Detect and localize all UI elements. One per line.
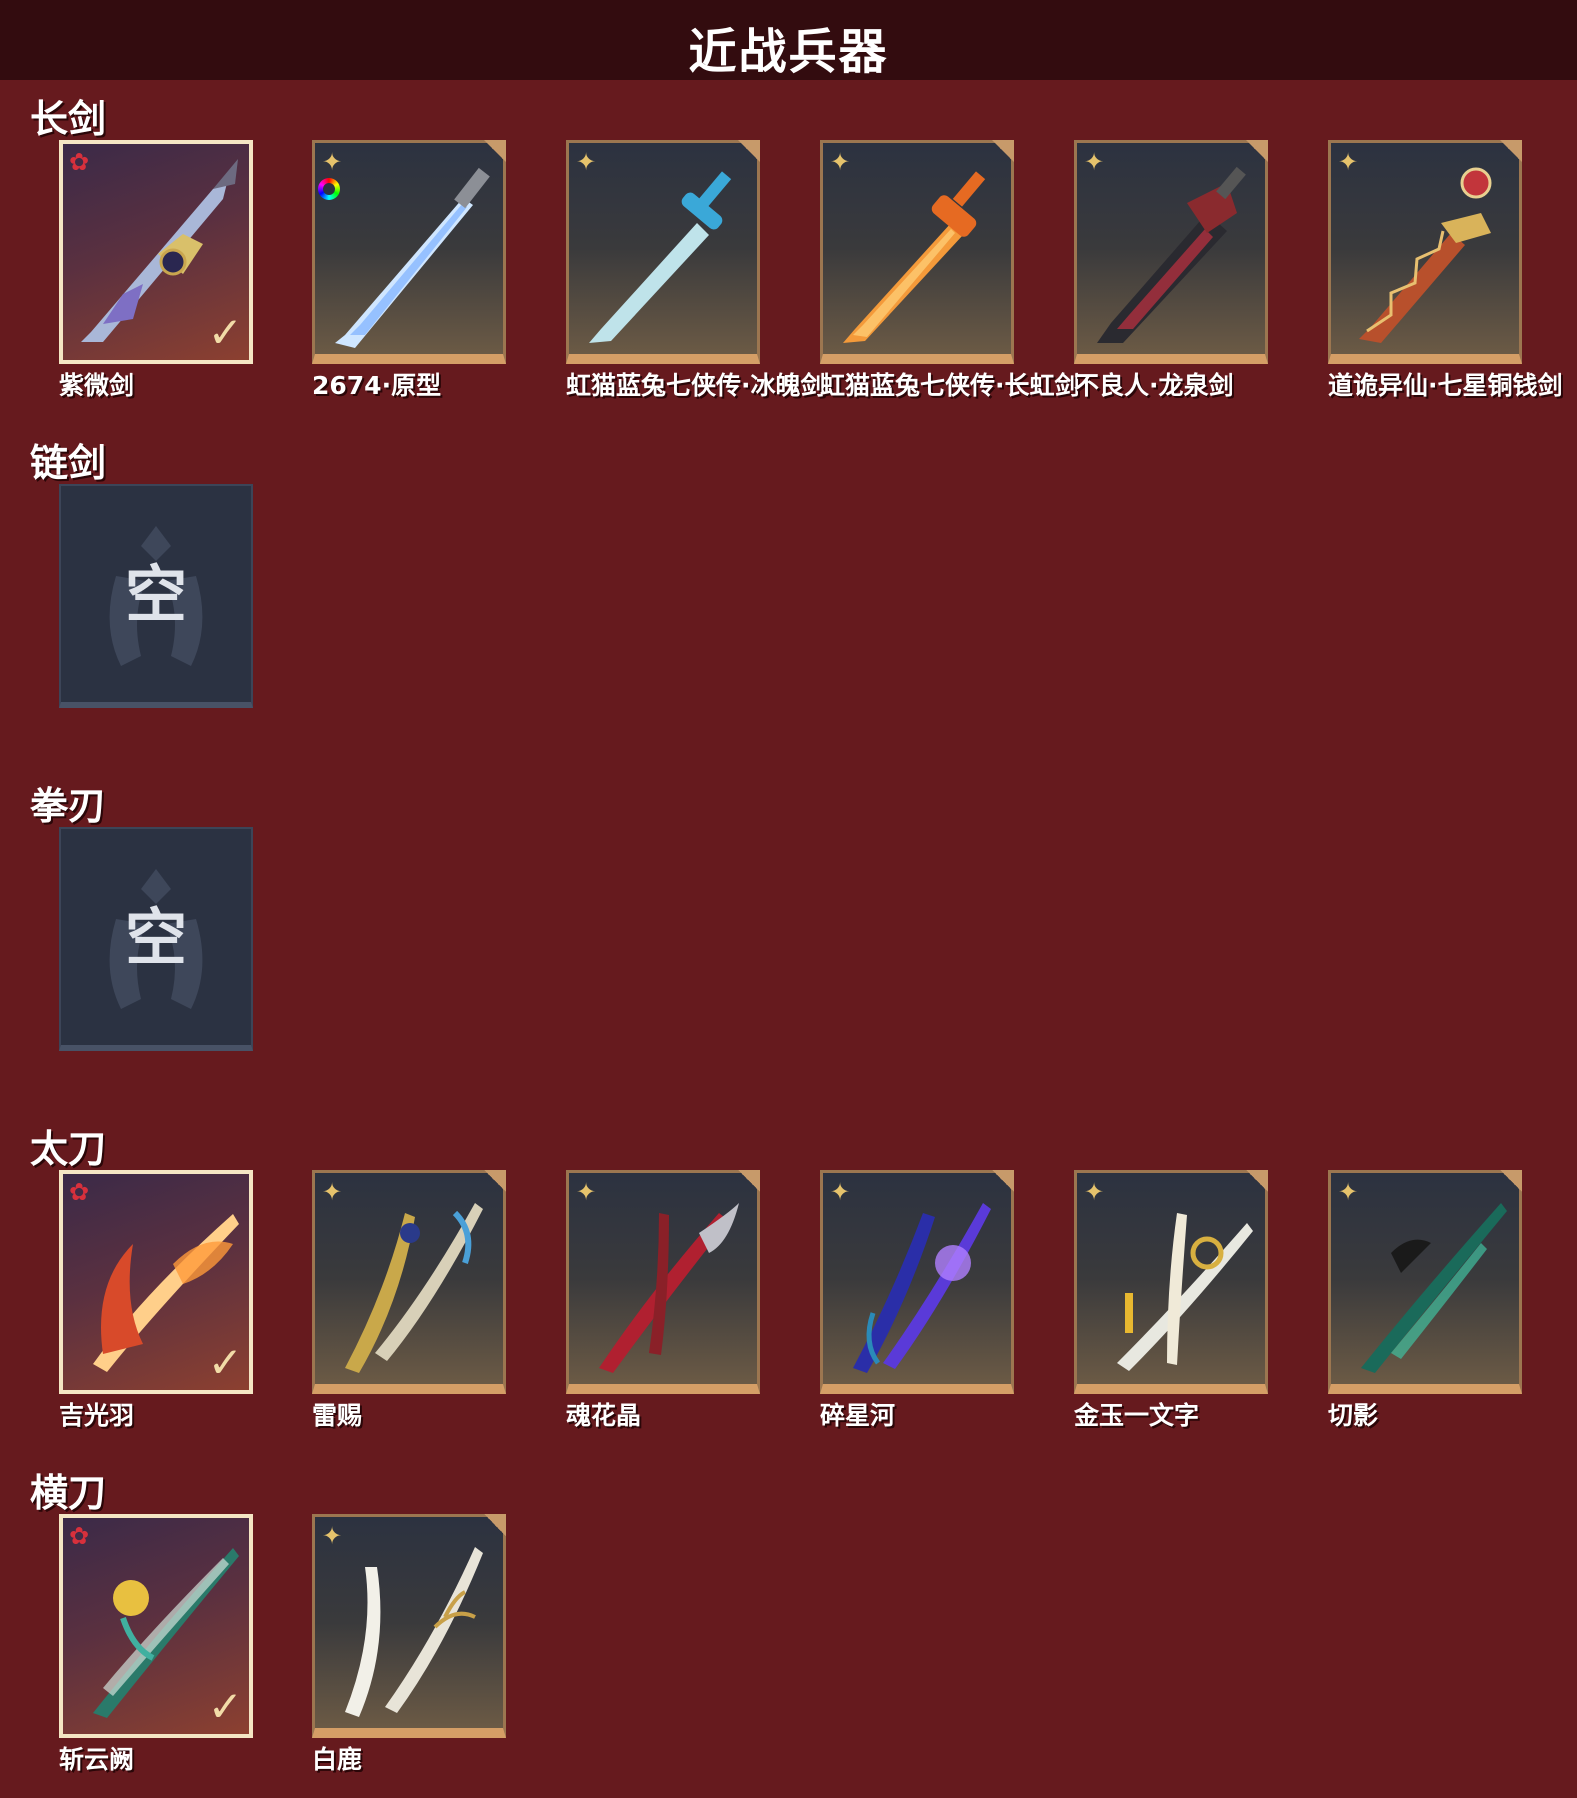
checkmark-icon: ✓ xyxy=(207,1682,243,1731)
weapon-name: 魂花晶 xyxy=(566,1401,642,1430)
section-title: 链剑 xyxy=(30,441,107,485)
weapon-image xyxy=(1117,1213,1253,1371)
weapon-name: 雷赐 xyxy=(312,1401,363,1430)
gold-star-icon: ✦ xyxy=(1338,148,1359,176)
red-star-icon: ✿ xyxy=(69,1522,90,1550)
weapon-card-jinyuyiwenzi[interactable]: ✦ 金玉一文字 xyxy=(1074,1170,1268,1430)
gold-star-icon: ✦ xyxy=(322,1178,343,1206)
weapon-image xyxy=(1359,167,1492,343)
weapon-name: 斩云阙 xyxy=(59,1745,135,1774)
card-frame: 空 xyxy=(59,484,253,708)
page-title: 近战兵器 xyxy=(688,24,889,80)
weapon-image xyxy=(345,1547,483,1717)
weapon-image xyxy=(1097,166,1246,343)
weapon-image xyxy=(853,1203,991,1373)
weapon-card-qieying[interactable]: ✦ 切影 xyxy=(1328,1170,1522,1430)
weapon-image xyxy=(599,1203,739,1373)
checkmark-icon: ✓ xyxy=(207,1338,243,1387)
section-title: 拳刃 xyxy=(30,784,107,828)
weapon-card-jiguangyu[interactable]: ✿ ✓ 吉光羽 xyxy=(59,1170,253,1430)
weapon-card-bailu[interactable]: ✦ 白鹿 xyxy=(312,1514,506,1774)
empty-slot[interactable]: 空 xyxy=(59,827,253,1051)
weapon-image xyxy=(589,171,732,343)
card-frame: 空 xyxy=(59,827,253,1051)
weapon-image xyxy=(1361,1203,1507,1373)
weapon-name: 道诡异仙·七星铜钱剑 xyxy=(1328,371,1563,400)
empty-label: 空 xyxy=(124,558,187,631)
section-title: 横刀 xyxy=(30,1471,107,1515)
weapon-card-2674[interactable]: ✦ 2674·原型 xyxy=(312,140,506,400)
weapon-card-longquan[interactable]: ✦ 不良人·龙泉剑 xyxy=(1074,140,1268,400)
gold-star-icon: ✦ xyxy=(1084,1178,1105,1206)
weapon-card-hunhuajing[interactable]: ✦ 魂花晶 xyxy=(566,1170,760,1430)
weapon-name: 2674·原型 xyxy=(312,371,442,400)
weapon-name: 吉光羽 xyxy=(59,1401,135,1430)
header-bar: 近战兵器 xyxy=(0,0,1577,80)
gold-star-icon: ✦ xyxy=(1084,148,1105,176)
weapon-name: 紫微剑 xyxy=(59,371,135,400)
red-star-icon: ✿ xyxy=(69,148,90,176)
color-wheel-icon xyxy=(318,178,340,200)
gold-star-icon: ✦ xyxy=(322,1522,343,1550)
weapon-image xyxy=(843,171,986,343)
gold-star-icon: ✦ xyxy=(576,1178,597,1206)
weapon-name: 不良人·龙泉剑 xyxy=(1074,371,1234,400)
weapon-card-ziwei[interactable]: ✿ ✓ 紫微剑 xyxy=(59,140,253,400)
weapon-name: 虹猫蓝兔七侠传·冰魄剑 xyxy=(566,371,826,400)
checkmark-icon: ✓ xyxy=(207,308,243,357)
weapon-name: 虹猫蓝兔七侠传·长虹剑 xyxy=(820,371,1080,400)
gold-star-icon: ✦ xyxy=(830,1178,851,1206)
gold-star-icon: ✦ xyxy=(322,148,343,176)
weapon-name: 碎星河 xyxy=(820,1401,896,1430)
red-star-icon: ✿ xyxy=(69,1178,90,1206)
weapon-name: 金玉一文字 xyxy=(1074,1401,1200,1430)
weapon-card-leici[interactable]: ✦ 雷赐 xyxy=(312,1170,506,1430)
weapon-name: 切影 xyxy=(1328,1401,1379,1430)
empty-slot[interactable]: 空 xyxy=(59,484,253,708)
weapon-image xyxy=(335,167,490,348)
gold-star-icon: ✦ xyxy=(576,148,597,176)
weapon-image xyxy=(345,1203,483,1373)
gold-star-icon: ✦ xyxy=(830,148,851,176)
weapon-card-changhong[interactable]: ✦ 虹猫蓝兔七侠传·长虹剑 xyxy=(820,140,1080,400)
weapon-card-zhanyunque[interactable]: ✿ ✓ 斩云阙 xyxy=(59,1514,253,1774)
empty-label: 空 xyxy=(124,901,187,974)
section-title: 太刀 xyxy=(30,1127,107,1171)
weapon-card-suixinghe[interactable]: ✦ 碎星河 xyxy=(820,1170,1014,1430)
weapon-card-bingpo[interactable]: ✦ 虹猫蓝兔七侠传·冰魄剑 xyxy=(566,140,826,400)
weapon-card-qixing[interactable]: ✦ 道诡异仙·七星铜钱剑 xyxy=(1328,140,1563,400)
gold-star-icon: ✦ xyxy=(1338,1178,1359,1206)
weapon-name: 白鹿 xyxy=(312,1745,363,1774)
section-title: 长剑 xyxy=(30,97,107,141)
